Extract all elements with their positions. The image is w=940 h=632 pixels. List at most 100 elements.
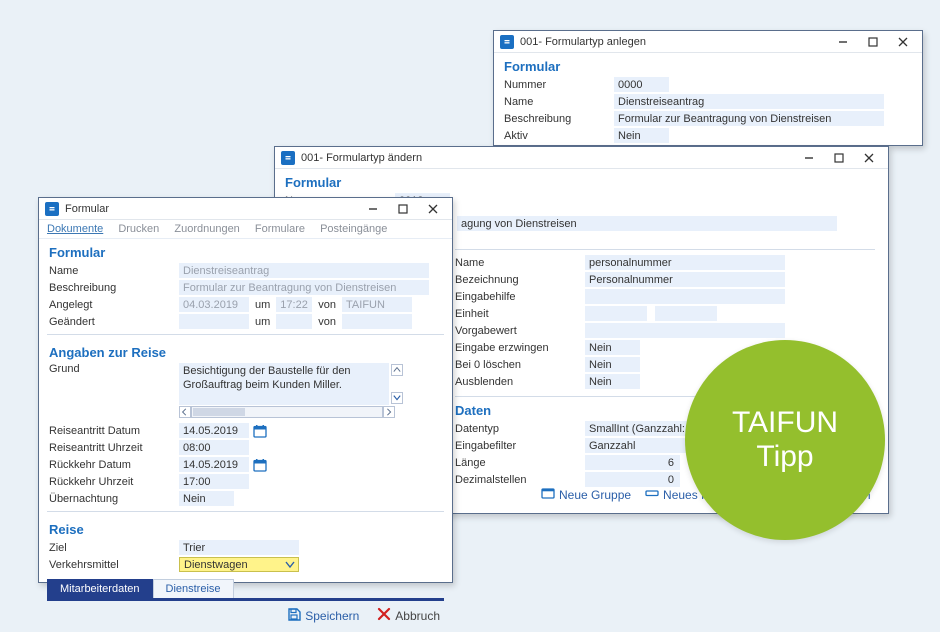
menu-drucken[interactable]: Drucken [118, 223, 159, 235]
value-beschreibung[interactable]: Formular zur Beantragung von Dienstreise… [614, 111, 884, 126]
minimize-button[interactable] [794, 149, 824, 167]
label-verkehrsmittel: Verkehrsmittel [49, 559, 179, 571]
btn-neue-gruppe[interactable]: Neue Gruppe [541, 486, 631, 503]
taifun-tipp-badge: TAIFUN Tipp [685, 340, 885, 540]
value-angelegt-datum: 04.03.2019 [179, 297, 249, 312]
label-laenge: Länge [455, 457, 585, 469]
label-bezeichnung: Bezeichnung [455, 274, 585, 286]
section-formular: Formular [494, 53, 922, 76]
value-vorgabewert[interactable] [585, 323, 785, 338]
scroll-left-button[interactable] [179, 406, 191, 418]
label-von2: von [312, 316, 342, 328]
window-formulartyp-anlegen: 001- Formulartyp anlegen Formular Nummer… [493, 30, 923, 146]
value-name[interactable]: personalnummer [585, 255, 785, 270]
menu-dokumente[interactable]: Dokumente [47, 223, 103, 235]
label-eingabehilfe: Eingabehilfe [455, 291, 585, 303]
label-name: Name [49, 265, 179, 277]
minimize-button[interactable] [358, 200, 388, 218]
menu-formulare[interactable]: Formulare [255, 223, 305, 235]
calendar-icon[interactable] [253, 458, 267, 472]
label: Neue Gruppe [559, 488, 631, 502]
value-name[interactable]: Dienstreiseantrag [614, 94, 884, 109]
window-title: 001- Formulartyp anlegen [520, 36, 828, 48]
value-ausblenden[interactable]: Nein [585, 374, 640, 389]
badge-line1: TAIFUN [732, 406, 838, 441]
label-um: um [249, 299, 276, 311]
value-bezeichnung[interactable]: Personalnummer [585, 272, 785, 287]
maximize-button[interactable] [824, 149, 854, 167]
badge-line2: Tipp [756, 440, 813, 475]
label-um2: um [249, 316, 276, 328]
value-nummer[interactable]: 0000 [614, 77, 669, 92]
value-antritt-datum[interactable]: 14.05.2019 [179, 423, 249, 438]
maximize-button[interactable] [858, 33, 888, 51]
label-uebernachtung: Übernachtung [49, 493, 179, 505]
label-ziel: Ziel [49, 542, 179, 554]
label-aktiv: Aktiv [504, 130, 614, 142]
scrollbar-thumb[interactable] [193, 408, 245, 416]
minimize-button[interactable] [828, 33, 858, 51]
textarea-grund[interactable]: Besichtigung der Baustelle für den Großa… [179, 363, 389, 405]
app-icon [500, 35, 514, 49]
label-name: Name [455, 257, 585, 269]
label-name: Name [504, 96, 614, 108]
app-icon [281, 151, 295, 165]
close-button[interactable] [888, 33, 918, 51]
titlebar[interactable]: 001- Formulartyp anlegen [494, 31, 922, 53]
label-datentyp: Datentyp [455, 423, 585, 435]
label-rueckkehr-uhrzeit: Rückkehr Uhrzeit [49, 476, 179, 488]
value-erzwingen[interactable]: Nein [585, 340, 640, 355]
new-group-icon [541, 486, 555, 503]
value-rueckkehr-datum[interactable]: 14.05.2019 [179, 457, 249, 472]
scroll-up-button[interactable] [391, 364, 403, 376]
btn-abbruch[interactable]: Abbruch [377, 607, 440, 624]
label-beschreibung: Beschreibung [49, 282, 179, 294]
titlebar[interactable]: Formular [39, 198, 452, 220]
value-geaendert-datum [179, 314, 249, 329]
label: Abbruch [395, 609, 440, 623]
tab-dienstreise[interactable]: Dienstreise [153, 579, 234, 598]
label-vorgabewert: Vorgabewert [455, 325, 585, 337]
tab-mitarbeiterdaten[interactable]: Mitarbeiterdaten [47, 579, 153, 598]
close-button[interactable] [418, 200, 448, 218]
close-button[interactable] [854, 149, 884, 167]
value-rueckkehr-uhrzeit[interactable]: 17:00 [179, 474, 249, 489]
value-laenge[interactable]: 6 [585, 455, 680, 470]
value-name: Dienstreiseantrag [179, 263, 429, 278]
cancel-icon [377, 607, 391, 624]
menu-zuordnungen[interactable]: Zuordnungen [174, 223, 239, 235]
combo-verkehrsmittel[interactable]: Dienstwagen [179, 557, 299, 572]
maximize-button[interactable] [388, 200, 418, 218]
label-ausblenden: Ausblenden [455, 376, 585, 388]
section-formular: Formular [39, 239, 452, 262]
value-eingabehilfe[interactable] [585, 289, 785, 304]
save-icon [287, 607, 301, 624]
value-antritt-uhrzeit[interactable]: 08:00 [179, 440, 249, 455]
titlebar[interactable]: 001- Formulartyp ändern [275, 147, 888, 169]
calendar-icon[interactable] [253, 424, 267, 438]
label-erzwingen: Eingabe erzwingen [455, 342, 585, 354]
label-angelegt: Angelegt [49, 299, 179, 311]
value-uebernachtung[interactable]: Nein [179, 491, 234, 506]
value-beschreibung-fragment[interactable]: agung von Dienstreisen [457, 216, 837, 231]
value-bei0[interactable]: Nein [585, 357, 640, 372]
h-scrollbar[interactable] [191, 406, 383, 418]
value-geaendert-zeit [276, 314, 312, 329]
section-reise: Reise [39, 516, 452, 539]
value-einheit2[interactable] [655, 306, 717, 321]
btn-speichern[interactable]: Speichern [287, 607, 359, 624]
label-einheit: Einheit [455, 308, 585, 320]
menu-posteingaenge[interactable]: Posteingänge [320, 223, 387, 235]
window-title: 001- Formulartyp ändern [301, 152, 794, 164]
scroll-right-button[interactable] [383, 406, 395, 418]
menubar: Dokumente Drucken Zuordnungen Formulare … [39, 220, 452, 239]
value-einheit[interactable] [585, 306, 647, 321]
new-field-icon [645, 486, 659, 503]
label-eingabefilter: Eingabefilter [455, 440, 585, 452]
value-aktiv[interactable]: Nein [614, 128, 669, 143]
scroll-down-button[interactable] [391, 392, 403, 404]
window-title: Formular [65, 203, 358, 215]
label-rueckkehr-datum: Rückkehr Datum [49, 459, 179, 471]
label-geaendert: Geändert [49, 316, 179, 328]
value-ziel[interactable]: Trier [179, 540, 299, 555]
